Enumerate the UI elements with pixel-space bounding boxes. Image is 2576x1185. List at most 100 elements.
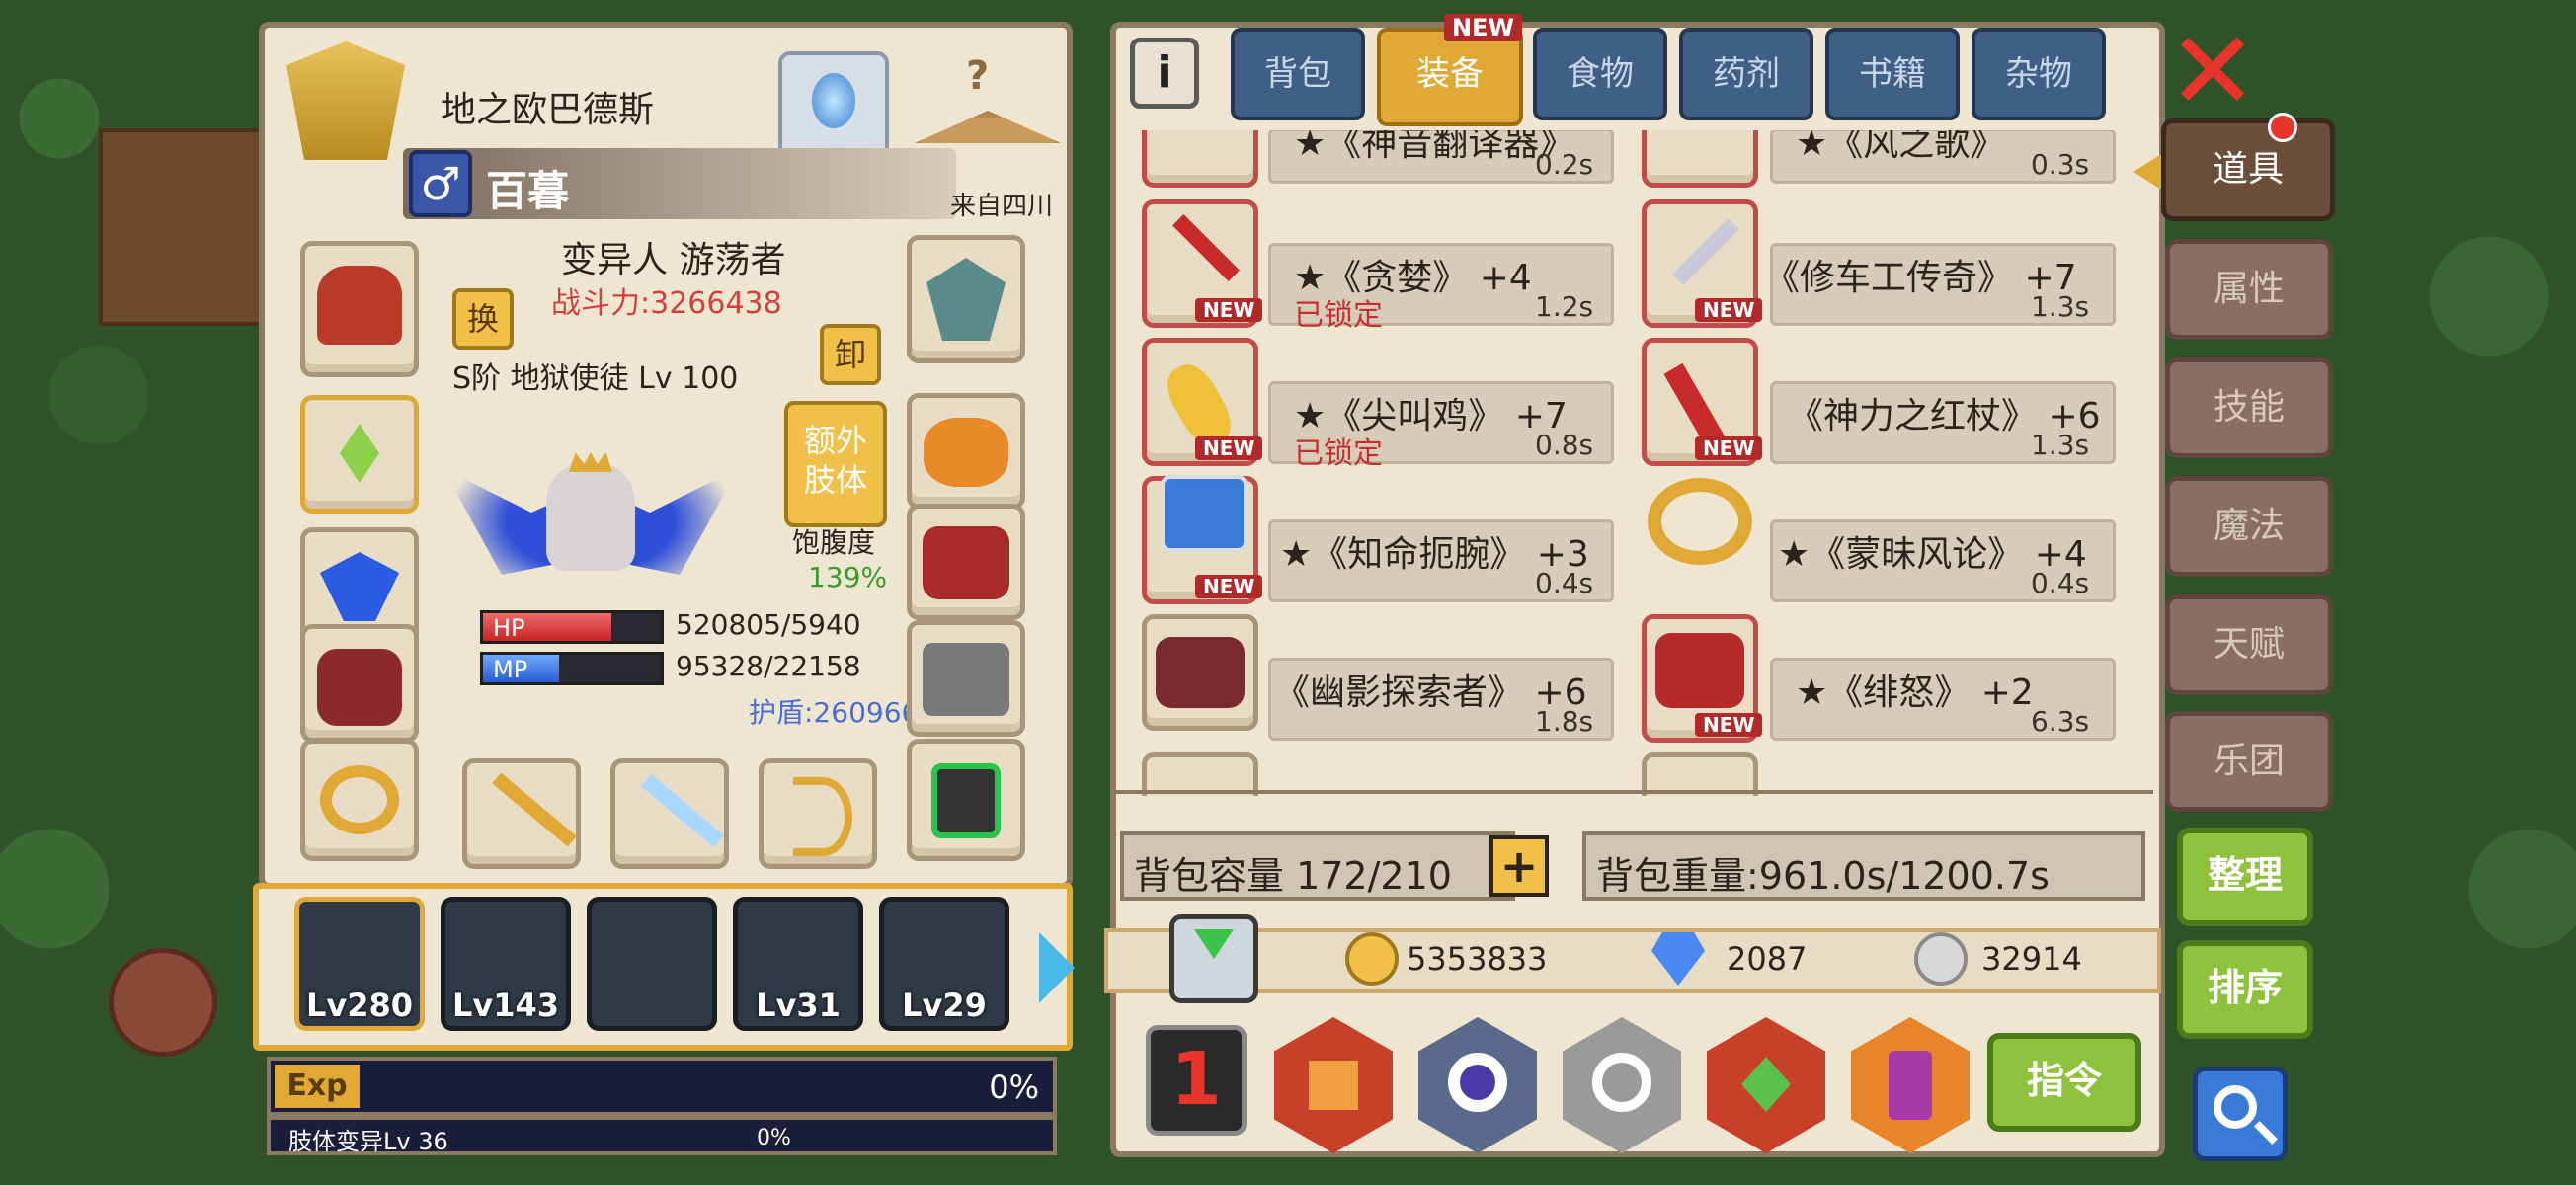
side-tab-talent[interactable]: 天赋 [2165,594,2333,695]
swap-button[interactable]: 换 [452,288,514,350]
tab-potion[interactable]: 药剂 [1679,28,1813,120]
item-slot[interactable] [1142,614,1258,731]
bag-capacity: 背包容量 172/210 [1134,854,1452,898]
character-sprite[interactable] [443,413,739,640]
tab-books[interactable]: 书籍 [1825,28,1960,120]
tab-misc[interactable]: 杂物 [1972,28,2106,120]
item-time: 1.2s [1535,290,1594,323]
item-time: 0.3s [2031,148,2090,181]
side-tab-band[interactable]: 乐团 [2165,711,2333,812]
limb-exp-percent: 0% [757,1126,791,1150]
item-slot[interactable] [1142,130,1258,188]
map-building [99,128,267,326]
golden-crown-ring-icon [1648,478,1752,565]
new-badge: NEW [1695,436,1763,460]
side-tab-items[interactable]: 道具 [2161,118,2335,221]
item-time: 6.3s [2031,705,2090,738]
close-icon[interactable]: ✕ [2167,17,2258,125]
organize-button[interactable]: 整理 [2177,828,2313,926]
gold-coin-icon [1345,932,1399,986]
party-member-1[interactable]: Lv280 [294,897,425,1031]
equip-slot-bow[interactable] [759,758,877,869]
sort-button[interactable]: 排序 [2177,940,2313,1039]
ice-blade-icon [641,774,724,847]
rank-emblem-icon [286,41,405,160]
exp-bar: Exp 0% [267,1057,1057,1116]
satiety-value: 139% [808,561,888,593]
command-button[interactable]: 指令 [1987,1033,2141,1132]
info-icon[interactable]: i [1130,38,1199,109]
new-badge: NEW [1195,575,1263,598]
bag-capacity-box: 背包容量 172/210 [1120,831,1515,901]
extra-limb-button[interactable]: 额外肢体 [784,401,887,527]
party-next-arrow-icon[interactable] [1039,932,1075,1003]
bag-weight: 背包重量:961.0s/1200.7s [1596,854,2050,898]
equip-slot-emblem[interactable] [907,235,1025,363]
crimson-belt-icon [1655,633,1744,708]
tab-backpack[interactable]: 背包 [1231,28,1365,120]
side-tab-magic[interactable]: 魔法 [2165,476,2333,577]
pumpkin-icon [924,418,1008,487]
download-icon[interactable] [1169,914,1258,1003]
equip-slot-staff[interactable] [462,758,581,869]
party-member-3-empty[interactable] [587,897,717,1031]
equip-slot-boots[interactable] [907,620,1025,737]
item-slot[interactable] [1642,472,1758,571]
shield-value: 护盾:260966 [749,696,920,729]
hotbar-number-icon[interactable]: 1 [1146,1025,1247,1136]
character-name[interactable]: 百暮 [486,158,569,218]
blue-swirl-icon [320,552,399,621]
armored-boot-icon [923,643,1009,716]
tab-food[interactable]: 食物 [1533,28,1667,120]
search-icon[interactable] [2193,1066,2288,1161]
equip-slot-pumpkin[interactable] [907,393,1025,510]
item-time: 1.3s [2031,429,2090,461]
shadow-belt-icon [1156,637,1245,708]
gem-amount: 2087 [1727,940,1808,978]
item-locked: 已锁定 [1294,298,1383,333]
tab-equipment[interactable]: 装备 [1377,28,1523,126]
new-badge: NEW [1695,298,1763,322]
equip-slot-belt[interactable] [907,504,1025,620]
equip-slot-blade[interactable] [610,758,729,869]
green-device-icon [931,763,1001,838]
bag-weight-box: 背包重量:961.0s/1200.7s [1582,831,2145,901]
unequip-button[interactable]: 卸 [820,324,881,385]
map-badge-icon[interactable] [109,948,217,1057]
equip-slot-device[interactable] [907,739,1025,861]
item-time: 1.8s [1535,705,1594,738]
limb-exp-label: 肢体变异Lv 36 [288,1128,448,1155]
silver-amount: 32914 [1981,940,2082,978]
robot-arm-icon [1161,475,1248,552]
mp-value: 95328/22158 [676,650,861,682]
red-belt-icon [923,526,1009,599]
item-name: ★《绯怒》 +2 [1796,672,2034,713]
golden-bow-icon [793,777,852,856]
gender-male-icon: ♂ [409,150,472,217]
satiety-label: 饱腹度 [792,526,876,559]
hanger-icon[interactable]: ? [907,51,1061,160]
crystal-icon[interactable] [778,51,889,160]
hp-label: HP [493,614,525,642]
mp-bar: MP [480,652,664,685]
new-badge: NEW [1195,436,1263,460]
item-name: ★《神音翻译器》 [1294,130,1575,164]
party-member-2[interactable]: Lv143 [441,897,571,1031]
item-time: 0.4s [2031,567,2090,599]
character-panel: 地之欧巴德斯 ? ♂ 百暮 来自四川 变异人 游荡者 战斗力:3266438 S… [259,22,1073,889]
item-time: 0.2s [1535,148,1594,181]
item-slot[interactable] [1642,130,1758,188]
item-time: 0.4s [1535,567,1594,599]
mp-label: MP [493,656,528,683]
side-tab-skills[interactable]: 技能 [2165,357,2333,458]
side-tab-attributes[interactable]: 属性 [2165,239,2333,340]
equip-slot-head[interactable] [300,241,419,377]
silver-coin-icon [1914,932,1968,986]
equip-slot-accessory[interactable] [300,395,419,514]
party-member-5[interactable]: Lv29 [879,897,1009,1031]
equip-slot-armor[interactable] [300,624,419,743]
party-member-4[interactable]: Lv31 [733,897,863,1031]
expand-bag-button[interactable]: + [1489,835,1549,897]
equip-slot-ring[interactable] [300,739,419,861]
exp-label: Exp [275,1065,360,1108]
